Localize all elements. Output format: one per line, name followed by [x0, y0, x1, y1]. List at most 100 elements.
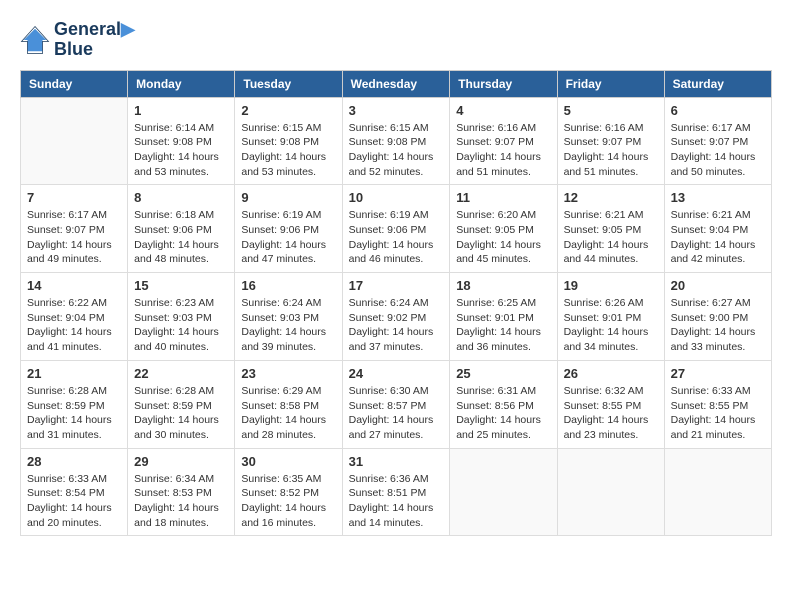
calendar-cell: 16 Sunrise: 6:24 AM Sunset: 9:03 PM Dayli… [235, 273, 342, 361]
day-info: Sunrise: 6:16 AM Sunset: 9:07 PM Dayligh… [564, 121, 658, 180]
calendar-cell: 27 Sunrise: 6:33 AM Sunset: 8:55 PM Dayli… [664, 360, 771, 448]
day-number: 7 [27, 190, 121, 205]
week-row-2: 7 Sunrise: 6:17 AM Sunset: 9:07 PM Daylig… [21, 185, 772, 273]
calendar-header-saturday: Saturday [664, 70, 771, 97]
day-info: Sunrise: 6:33 AM Sunset: 8:55 PM Dayligh… [671, 384, 765, 443]
day-number: 26 [564, 366, 658, 381]
day-number: 17 [349, 278, 444, 293]
day-info: Sunrise: 6:19 AM Sunset: 9:06 PM Dayligh… [349, 208, 444, 267]
calendar-header-tuesday: Tuesday [235, 70, 342, 97]
day-info: Sunrise: 6:17 AM Sunset: 9:07 PM Dayligh… [27, 208, 121, 267]
day-number: 11 [456, 190, 550, 205]
day-info: Sunrise: 6:33 AM Sunset: 8:54 PM Dayligh… [27, 472, 121, 531]
calendar-header: SundayMondayTuesdayWednesdayThursdayFrid… [21, 70, 772, 97]
calendar-cell: 29 Sunrise: 6:34 AM Sunset: 8:53 PM Dayli… [128, 448, 235, 536]
day-number: 12 [564, 190, 658, 205]
calendar-cell: 23 Sunrise: 6:29 AM Sunset: 8:58 PM Dayli… [235, 360, 342, 448]
calendar-cell: 28 Sunrise: 6:33 AM Sunset: 8:54 PM Dayli… [21, 448, 128, 536]
calendar-cell: 22Sunrise: 6:28 AM Sunset: 8:59 PM Dayli… [128, 360, 235, 448]
calendar-cell: 21 Sunrise: 6:28 AM Sunset: 8:59 PM Dayli… [21, 360, 128, 448]
week-row-5: 28 Sunrise: 6:33 AM Sunset: 8:54 PM Dayli… [21, 448, 772, 536]
day-number: 23 [241, 366, 335, 381]
calendar-cell: 18Sunrise: 6:25 AM Sunset: 9:01 PM Dayli… [450, 273, 557, 361]
logo: General▶ Blue [20, 20, 135, 60]
calendar-header-wednesday: Wednesday [342, 70, 450, 97]
day-number: 8 [134, 190, 228, 205]
week-row-3: 14 Sunrise: 6:22 AM Sunset: 9:04 PM Dayli… [21, 273, 772, 361]
day-number: 16 [241, 278, 335, 293]
calendar-cell: 8 Sunrise: 6:18 AM Sunset: 9:06 PM Daylig… [128, 185, 235, 273]
calendar-header-friday: Friday [557, 70, 664, 97]
day-info: Sunrise: 6:15 AM Sunset: 9:08 PM Dayligh… [241, 121, 335, 180]
week-row-4: 21 Sunrise: 6:28 AM Sunset: 8:59 PM Dayli… [21, 360, 772, 448]
day-info: Sunrise: 6:21 AM Sunset: 9:04 PM Dayligh… [671, 208, 765, 267]
calendar-cell: 24Sunrise: 6:30 AM Sunset: 8:57 PM Dayli… [342, 360, 450, 448]
calendar-cell [21, 97, 128, 185]
day-info: Sunrise: 6:16 AM Sunset: 9:07 PM Dayligh… [456, 121, 550, 180]
day-number: 2 [241, 103, 335, 118]
day-info: Sunrise: 6:28 AM Sunset: 8:59 PM Dayligh… [27, 384, 121, 443]
day-number: 6 [671, 103, 765, 118]
day-info: Sunrise: 6:26 AM Sunset: 9:01 PM Dayligh… [564, 296, 658, 355]
logo-text: General▶ Blue [54, 20, 135, 60]
calendar-cell: 12 Sunrise: 6:21 AM Sunset: 9:05 PM Dayli… [557, 185, 664, 273]
day-number: 14 [27, 278, 121, 293]
day-number: 21 [27, 366, 121, 381]
day-info: Sunrise: 6:24 AM Sunset: 9:03 PM Dayligh… [241, 296, 335, 355]
day-number: 1 [134, 103, 228, 118]
day-info: Sunrise: 6:25 AM Sunset: 9:01 PM Dayligh… [456, 296, 550, 355]
calendar-table: SundayMondayTuesdayWednesdayThursdayFrid… [20, 70, 772, 537]
logo-icon [20, 25, 50, 55]
calendar-cell [450, 448, 557, 536]
calendar-cell: 13 Sunrise: 6:21 AM Sunset: 9:04 PM Dayli… [664, 185, 771, 273]
calendar-cell: 20 Sunrise: 6:27 AM Sunset: 9:00 PM Dayli… [664, 273, 771, 361]
day-info: Sunrise: 6:24 AM Sunset: 9:02 PM Dayligh… [349, 296, 444, 355]
calendar-header-sunday: Sunday [21, 70, 128, 97]
day-info: Sunrise: 6:32 AM Sunset: 8:55 PM Dayligh… [564, 384, 658, 443]
day-info: Sunrise: 6:18 AM Sunset: 9:06 PM Dayligh… [134, 208, 228, 267]
calendar-cell: 2 Sunrise: 6:15 AM Sunset: 9:08 PM Daylig… [235, 97, 342, 185]
day-number: 31 [349, 454, 444, 469]
day-number: 10 [349, 190, 444, 205]
day-info: Sunrise: 6:23 AM Sunset: 9:03 PM Dayligh… [134, 296, 228, 355]
calendar-cell: 4 Sunrise: 6:16 AM Sunset: 9:07 PM Daylig… [450, 97, 557, 185]
day-info: Sunrise: 6:20 AM Sunset: 9:05 PM Dayligh… [456, 208, 550, 267]
calendar-body: 1 Sunrise: 6:14 AM Sunset: 9:08 PM Daylig… [21, 97, 772, 536]
day-number: 27 [671, 366, 765, 381]
calendar-cell: 30Sunrise: 6:35 AM Sunset: 8:52 PM Dayli… [235, 448, 342, 536]
day-info: Sunrise: 6:14 AM Sunset: 9:08 PM Dayligh… [134, 121, 228, 180]
calendar-cell: 10 Sunrise: 6:19 AM Sunset: 9:06 PM Dayli… [342, 185, 450, 273]
calendar-cell: 19 Sunrise: 6:26 AM Sunset: 9:01 PM Dayli… [557, 273, 664, 361]
day-number: 20 [671, 278, 765, 293]
day-number: 29 [134, 454, 228, 469]
calendar-cell: 17 Sunrise: 6:24 AM Sunset: 9:02 PM Dayli… [342, 273, 450, 361]
day-info: Sunrise: 6:19 AM Sunset: 9:06 PM Dayligh… [241, 208, 335, 267]
week-row-1: 1 Sunrise: 6:14 AM Sunset: 9:08 PM Daylig… [21, 97, 772, 185]
calendar-header-thursday: Thursday [450, 70, 557, 97]
day-info: Sunrise: 6:34 AM Sunset: 8:53 PM Dayligh… [134, 472, 228, 531]
calendar-header-monday: Monday [128, 70, 235, 97]
calendar-cell: 9 Sunrise: 6:19 AM Sunset: 9:06 PM Daylig… [235, 185, 342, 273]
calendar-cell [664, 448, 771, 536]
day-number: 22 [134, 366, 228, 381]
day-number: 15 [134, 278, 228, 293]
day-number: 13 [671, 190, 765, 205]
calendar-cell: 31 Sunrise: 6:36 AM Sunset: 8:51 PM Dayli… [342, 448, 450, 536]
day-number: 3 [349, 103, 444, 118]
calendar-cell: 3 Sunrise: 6:15 AM Sunset: 9:08 PM Daylig… [342, 97, 450, 185]
calendar-cell: 15 Sunrise: 6:23 AM Sunset: 9:03 PM Dayli… [128, 273, 235, 361]
calendar-cell: 5Sunrise: 6:16 AM Sunset: 9:07 PM Daylig… [557, 97, 664, 185]
day-info: Sunrise: 6:22 AM Sunset: 9:04 PM Dayligh… [27, 296, 121, 355]
day-number: 24 [349, 366, 444, 381]
day-info: Sunrise: 6:27 AM Sunset: 9:00 PM Dayligh… [671, 296, 765, 355]
day-number: 4 [456, 103, 550, 118]
day-info: Sunrise: 6:36 AM Sunset: 8:51 PM Dayligh… [349, 472, 444, 531]
calendar-cell: 14 Sunrise: 6:22 AM Sunset: 9:04 PM Dayli… [21, 273, 128, 361]
day-info: Sunrise: 6:31 AM Sunset: 8:56 PM Dayligh… [456, 384, 550, 443]
day-number: 28 [27, 454, 121, 469]
day-number: 19 [564, 278, 658, 293]
day-info: Sunrise: 6:21 AM Sunset: 9:05 PM Dayligh… [564, 208, 658, 267]
day-number: 9 [241, 190, 335, 205]
day-info: Sunrise: 6:15 AM Sunset: 9:08 PM Dayligh… [349, 121, 444, 180]
day-info: Sunrise: 6:29 AM Sunset: 8:58 PM Dayligh… [241, 384, 335, 443]
